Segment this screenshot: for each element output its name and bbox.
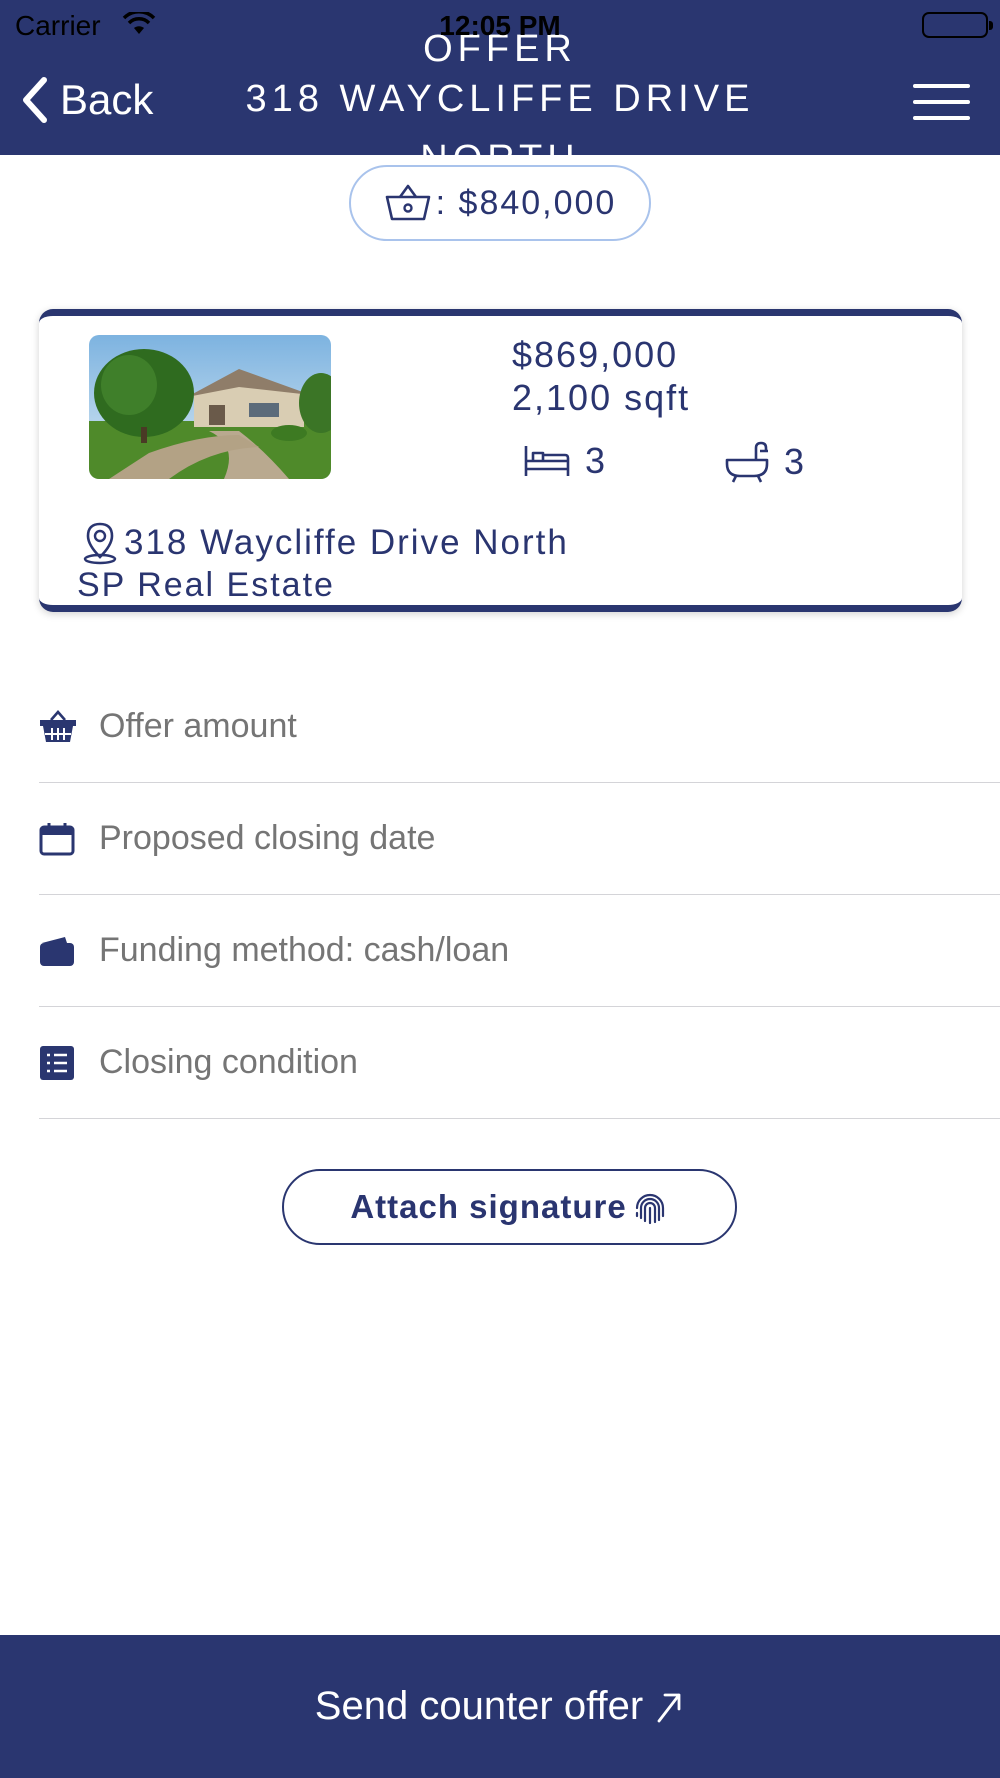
attach-signature-button[interactable]: Attach signature [282,1169,737,1245]
header: OFFER NORTH Carrier 12:05 PM Back 318 WA… [0,0,1000,155]
offer-amount-field[interactable] [39,671,1000,783]
bathtub-icon [725,441,769,483]
basket-icon [39,709,99,744]
current-offer-badge: : $840,000 [349,165,651,241]
send-counter-offer-label: Send counter offer [314,1684,644,1728]
list-icon [39,1045,99,1081]
bedrooms-count: 3 [585,440,606,481]
property-price: $869,000 [512,334,679,375]
status-time: 12:05 PM [439,10,561,41]
closing-date-field[interactable] [39,783,1000,895]
menu-button[interactable] [913,84,970,120]
location-pin-icon [83,522,117,565]
arrow-up-right-icon [657,1693,681,1722]
bed-icon [524,446,570,476]
funding-method-field[interactable] [39,895,1000,1007]
nav-title-fragment-bottom: NORTH [0,138,1000,155]
agency-name: SP Real Estate [77,566,335,604]
battery-icon [922,12,993,38]
funding-method-input[interactable] [99,931,979,970]
fingerprint-icon [635,1193,664,1225]
bathrooms-count: 3 [784,441,805,482]
property-address: 318 Waycliffe Drive North [82,521,569,565]
calendar-icon [39,822,99,856]
closing-condition-field[interactable] [39,1007,1000,1119]
bathrooms-stat: 3 [724,440,804,484]
attach-signature-label: Attach signature [350,1188,627,1225]
basket-icon [385,184,430,221]
offer-amount-input[interactable] [99,707,979,746]
property-card[interactable]: $869,000 2,100 sqft 3 3 318 Waycliffe Dr… [39,309,962,612]
page-title: 318 WAYCLIFFE DRIVE [245,78,755,120]
send-counter-offer-button[interactable]: Send counter offer [0,1635,1000,1778]
property-photo [89,335,331,479]
status-bar: Carrier 12:05 PM [0,0,1000,50]
bedrooms-stat: 3 [523,440,605,482]
closing-date-input[interactable] [99,819,979,858]
property-area: 2,100 sqft [512,377,691,418]
address-text: 318 Waycliffe Drive North [124,523,569,562]
current-offer-amount: : $840,000 [435,183,617,222]
closing-condition-input[interactable] [99,1043,979,1082]
wallet-icon [39,935,99,967]
